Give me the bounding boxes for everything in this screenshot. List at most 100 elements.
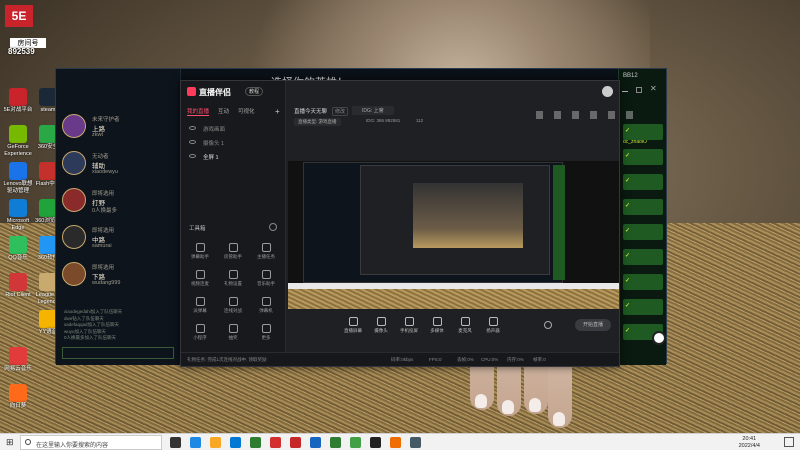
start-stream-button[interactable]: 开始直播: [575, 319, 611, 331]
taskbar-app-icon[interactable]: [310, 437, 321, 448]
tool-item[interactable]: 主播任务: [251, 243, 281, 260]
ally-status-cell: ✓: [623, 124, 663, 140]
stream-app-header: ✕ 直播今天无聊 修改 IDG: 上席 直播类型: 游戏直播 IDG: 386 …: [286, 81, 657, 126]
visibility-eye-icon[interactable]: [189, 154, 196, 158]
desktop-icon[interactable]: 5E对战平台: [2, 88, 34, 114]
tutorial-badge[interactable]: 教程: [245, 87, 264, 96]
taskbar-app-icon[interactable]: [210, 437, 221, 448]
status-item: 帧率:0: [533, 357, 546, 362]
tab-1[interactable]: 互动: [218, 107, 229, 116]
tool-icon: [228, 243, 238, 252]
settings-gear-icon[interactable]: [544, 321, 552, 329]
champion-slot[interactable]: 无动者 辅助 xiaodewyu: [62, 148, 177, 180]
control-icon: [376, 317, 386, 326]
champion-status: 即将选用: [92, 191, 115, 197]
check-icon: ✓: [625, 128, 631, 134]
taskbar-app-icon[interactable]: [390, 437, 401, 448]
taskbar-app-icon[interactable]: [290, 437, 301, 448]
taskbar-app-icon[interactable]: [370, 437, 381, 448]
toolbox-title: 工具箱: [189, 226, 206, 232]
tab-2[interactable]: 可视化: [238, 107, 255, 116]
taskbar-search-placeholder: 在这里输入你要搜索的内容: [36, 443, 109, 449]
tool-icon: [261, 270, 271, 279]
stream-category[interactable]: 直播类型: 游戏直播: [294, 118, 341, 126]
champion-slot[interactable]: 即将选用 下路 wudang999: [62, 259, 177, 291]
nested-straw: [288, 289, 619, 309]
control-button[interactable]: 摄像头: [368, 317, 394, 334]
scene-item[interactable]: 全屏 1: [203, 153, 219, 161]
stream-preview[interactable]: [288, 161, 619, 309]
stream-app-window[interactable]: 直播伴侣 教程 我的直播 互动 可视化 游戏画面 摄像头 1 全屏 1 工具箱 + 弹幕…: [180, 80, 657, 367]
status-item: 丢帧:0%: [457, 357, 474, 362]
status-bar: 礼物任务: 完成1次连线对战中, 领取奖励 码率:0kbps FPS:0 丢帧:0% C…: [181, 352, 619, 366]
tool-item[interactable]: 抽奖: [218, 324, 248, 341]
tool-icon: [228, 297, 238, 306]
desktop-icon[interactable]: QQ音乐: [2, 236, 34, 262]
control-button[interactable]: 麦克风: [452, 317, 478, 334]
windows-start-icon[interactable]: ⊞: [6, 438, 15, 447]
room-id: IDG: 上席: [352, 106, 394, 115]
champion-avatar: [62, 188, 86, 212]
lol-chat-input[interactable]: [62, 347, 174, 359]
scene-item[interactable]: 游戏画面: [203, 125, 225, 133]
tool-item[interactable]: 房管助手: [218, 243, 248, 260]
desktop-app-icon: [9, 162, 27, 180]
room-edit-button[interactable]: 修改: [332, 107, 349, 116]
tool-item[interactable]: 礼物设置: [218, 270, 248, 287]
taskbar-clock[interactable]: 20:41 2022/4/4: [739, 436, 760, 450]
maximize-icon[interactable]: [636, 87, 642, 93]
tool-item[interactable]: 弹幕助手: [185, 243, 215, 260]
tool-item[interactable]: 更多: [251, 324, 281, 341]
status-item: CPU:0%: [481, 357, 499, 362]
control-button[interactable]: 多媒体: [424, 317, 450, 334]
lol-right-label: BB12: [623, 73, 638, 79]
desktop-app-icon: [9, 199, 27, 217]
user-avatar[interactable]: [602, 86, 613, 97]
tool-item[interactable]: 连线对战: [218, 297, 248, 314]
add-scene-icon[interactable]: +: [275, 107, 280, 116]
control-icon: [488, 317, 498, 326]
stream-controls: 直播屏幕 摄像头 手机投屏 多媒体 麦克风 扬声器 开始直播: [286, 309, 619, 354]
tab-0[interactable]: 我的直播: [187, 107, 210, 116]
minimize-icon[interactable]: [622, 91, 628, 97]
champion-slot[interactable]: 未来守护者 上路 zkwt: [62, 111, 177, 143]
desktop-icon[interactable]: GeForce Experience: [2, 125, 34, 158]
control-button[interactable]: 手机投屏: [396, 317, 422, 334]
desktop-icon[interactable]: 网易云音乐: [2, 347, 34, 373]
champion-slot[interactable]: 即将选用 打野 0人换最多: [62, 185, 177, 217]
taskbar-search[interactable]: 在这里输入你要搜索的内容: [20, 435, 162, 450]
tool-item[interactable]: 小程序: [185, 324, 215, 341]
notification-icon[interactable]: [784, 437, 794, 447]
close-icon[interactable]: ✕: [650, 84, 657, 93]
header-action-icons[interactable]: [536, 111, 636, 119]
champion-slot[interactable]: 即将选用 中路 samurai: [62, 222, 177, 254]
control-button[interactable]: 直播屏幕: [340, 317, 366, 334]
desktop-icon[interactable]: Microsoft Edge: [2, 199, 34, 232]
desktop-icon-label: GeForce Experience: [4, 144, 32, 157]
taskbar-app-icon[interactable]: [170, 437, 181, 448]
taskbar-app-icon[interactable]: [330, 437, 341, 448]
toolbox-collapse-icon[interactable]: [269, 223, 277, 231]
desktop-icon[interactable]: Lenovo联想 驱动管理: [2, 162, 34, 195]
taskbar-app-icon[interactable]: [350, 437, 361, 448]
tool-item[interactable]: 弹幕机: [251, 297, 281, 314]
champion-avatar: [62, 151, 86, 175]
visibility-eye-icon[interactable]: [189, 140, 196, 144]
taskbar-app-icon[interactable]: [250, 437, 261, 448]
tool-item[interactable]: 音乐助手: [251, 270, 281, 287]
tool-item[interactable]: 派弹幕: [185, 297, 215, 314]
visibility-eye-icon[interactable]: [189, 126, 196, 130]
tool-item[interactable]: 视频连麦: [185, 270, 215, 287]
scene-item[interactable]: 摄像头 1: [203, 139, 224, 147]
taskbar-app-icon[interactable]: [270, 437, 281, 448]
floating-assistant-icon[interactable]: [652, 331, 666, 345]
ally-status-cell: ✓: [623, 149, 663, 165]
control-label: 麦克风: [458, 328, 472, 333]
desktop-icon[interactable]: Riot Client: [2, 273, 34, 299]
desktop-icon[interactable]: 向日葵: [2, 384, 34, 410]
control-button[interactable]: 扬声器: [480, 317, 506, 334]
taskbar-app-icon[interactable]: [190, 437, 201, 448]
taskbar-app-icon[interactable]: [410, 437, 421, 448]
taskbar-app-icon[interactable]: [230, 437, 241, 448]
desktop-app-icon: [9, 88, 27, 106]
